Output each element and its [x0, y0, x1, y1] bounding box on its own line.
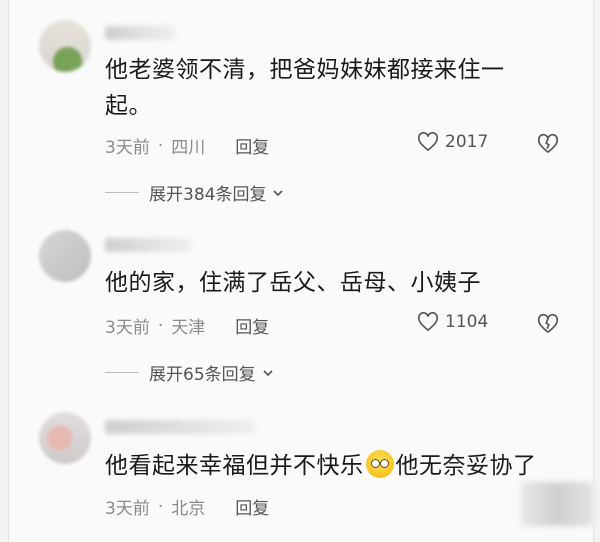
heart-outline-icon — [418, 312, 438, 332]
like-button[interactable]: 2017 — [417, 132, 488, 152]
comment-location: 北京 — [171, 499, 206, 519]
expand-label: 展开65条回复 — [149, 365, 256, 385]
broken-heart-icon[interactable] — [537, 313, 559, 335]
smiling-face-emoji-icon — [365, 450, 394, 478]
chevron-down-icon — [263, 369, 273, 376]
username-blurred[interactable] — [105, 238, 191, 252]
avatar[interactable] — [39, 20, 91, 72]
chevron-down-icon — [273, 189, 284, 196]
comment-time: 3天前 — [105, 138, 150, 158]
expand-replies[interactable]: 展开384条回复 — [105, 180, 284, 205]
expand-divider — [105, 372, 139, 373]
comment-meta: 3天前 · 四川 回复 — [105, 133, 269, 159]
comment-location: 天津 — [171, 318, 206, 338]
reply-button[interactable]: 回复 — [235, 313, 269, 338]
meta-separator: · — [157, 315, 164, 336]
reply-button[interactable]: 回复 — [235, 494, 269, 519]
avatar[interactable] — [39, 412, 91, 464]
reply-button[interactable]: 回复 — [235, 133, 269, 158]
comment-list: 他老婆领不清，把爸妈妹妹都接来住一起。 3天前 · 四川 回复 2017 展开3… — [8, 0, 594, 542]
comment-location: 四川 — [171, 138, 206, 158]
username-blurred[interactable] — [105, 26, 175, 40]
meta-separator: · — [157, 135, 164, 156]
expand-replies[interactable]: 展开65条回复 — [105, 360, 274, 385]
comment-text: 他老婆领不清，把爸妈妹妹都接来住一起。 — [105, 57, 505, 119]
broken-heart-icon[interactable] — [537, 133, 559, 155]
comment-meta: 3天前 · 北京 回复 — [105, 494, 269, 520]
comment-text-part: 他看起来幸福但并不快乐 — [105, 453, 364, 479]
comment-text-part: 他无奈妥协了 — [395, 453, 537, 479]
like-button[interactable]: 1104 — [417, 312, 488, 332]
comment-text: 他的家，住满了岳父、岳母、小姨子 — [105, 270, 481, 296]
comment-text: 他看起来幸福但并不快乐 他无奈妥协了 — [105, 448, 545, 484]
expand-divider — [105, 192, 139, 193]
like-count: 1104 — [445, 312, 489, 332]
heart-outline-icon — [418, 132, 438, 152]
meta-separator: · — [157, 496, 164, 517]
comment-time: 3天前 — [105, 499, 150, 519]
avatar[interactable] — [39, 230, 91, 282]
expand-label: 展开384条回复 — [149, 185, 267, 205]
like-count: 2017 — [445, 132, 489, 152]
blurred-region — [521, 482, 593, 526]
comment-meta: 3天前 · 天津 回复 — [105, 313, 269, 339]
username-blurred[interactable] — [105, 420, 255, 434]
comment-time: 3天前 — [105, 318, 150, 338]
